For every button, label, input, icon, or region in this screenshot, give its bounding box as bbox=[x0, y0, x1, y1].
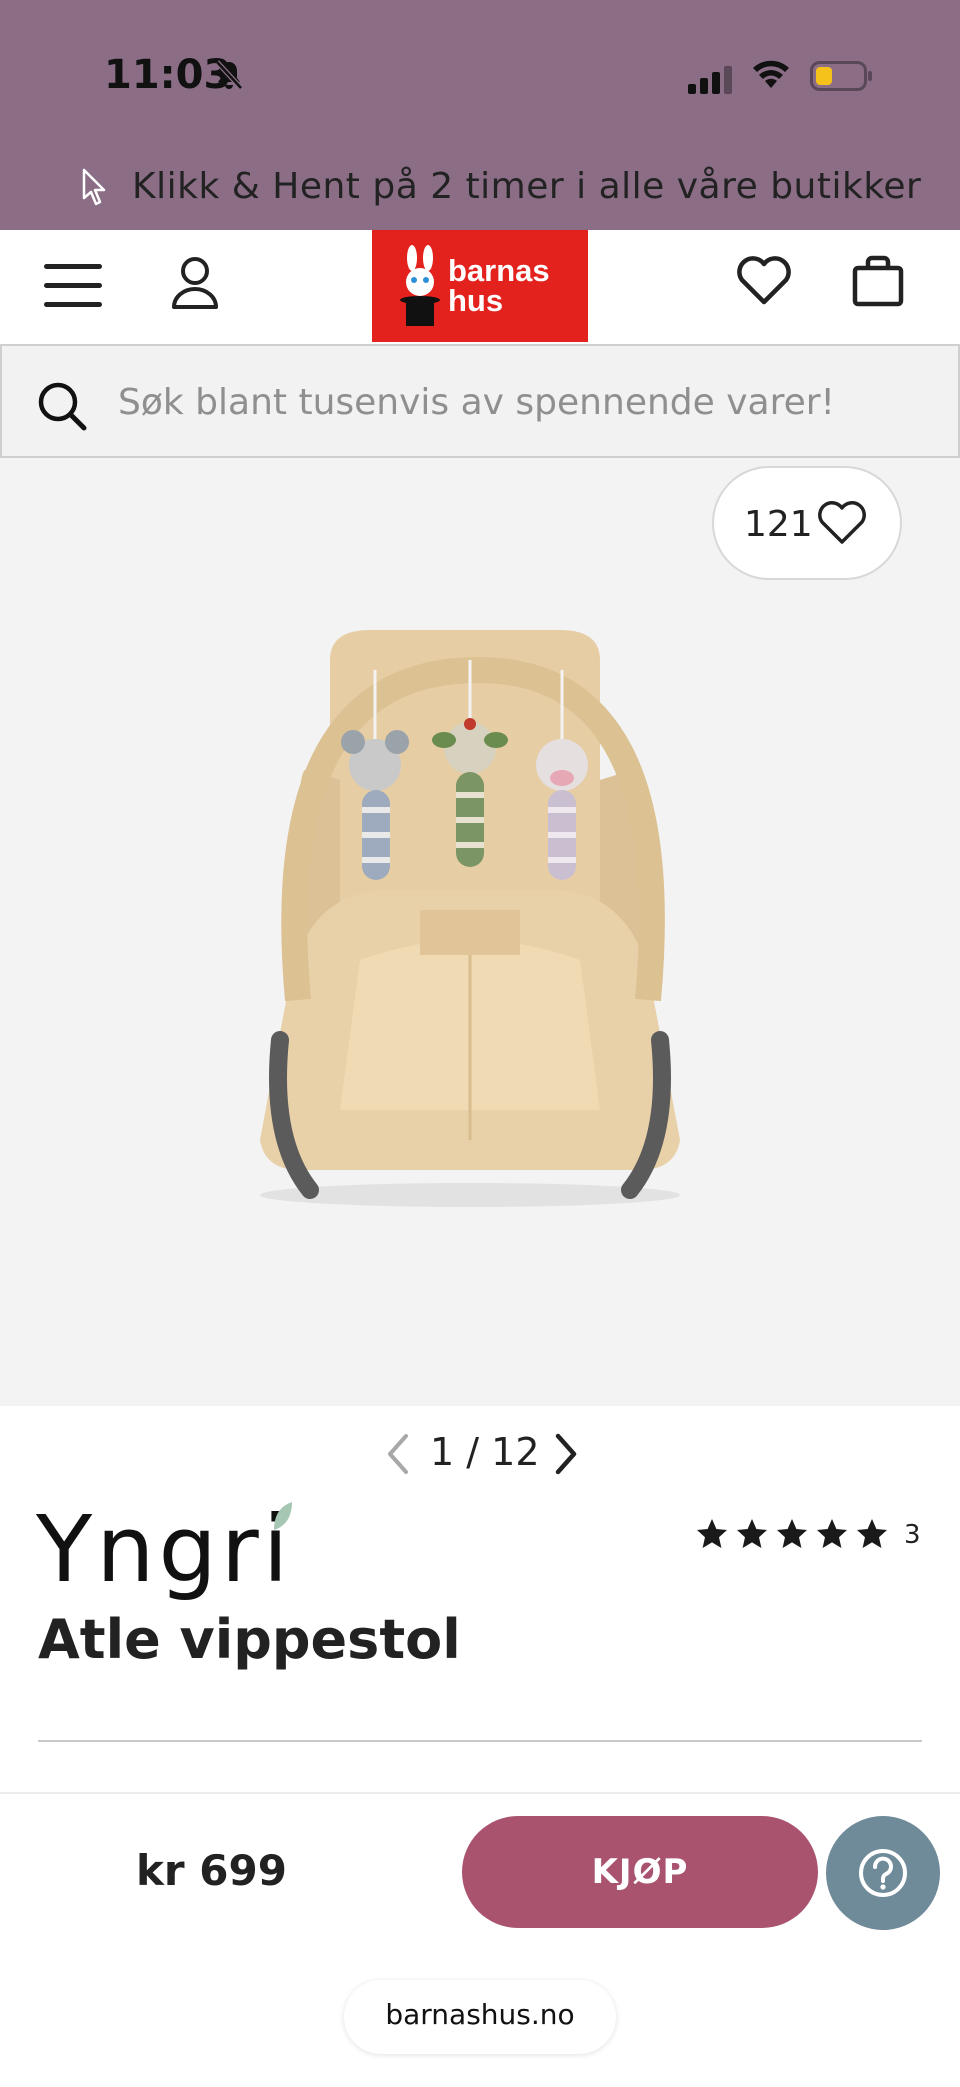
wifi-icon bbox=[753, 60, 789, 88]
signal-icon bbox=[688, 66, 732, 94]
cursor-icon bbox=[82, 168, 106, 206]
menu-icon[interactable] bbox=[42, 260, 106, 312]
help-button[interactable] bbox=[826, 1816, 940, 1930]
logo-text: barnas hus bbox=[448, 253, 550, 318]
heart-icon[interactable] bbox=[736, 254, 792, 306]
star-icon bbox=[777, 1519, 807, 1548]
image-pager: 1 / 12 bbox=[372, 1426, 592, 1486]
divider bbox=[38, 1740, 922, 1742]
logo-line-2: hus bbox=[448, 283, 504, 318]
product-rating[interactable]: 3 bbox=[694, 1516, 921, 1556]
star-icon bbox=[697, 1519, 727, 1548]
like-count: 121 bbox=[744, 504, 813, 545]
brand-logo[interactable]: Yngri bbox=[36, 1500, 292, 1600]
chevron-left-icon[interactable] bbox=[382, 1432, 412, 1476]
chevron-right-icon[interactable] bbox=[552, 1432, 582, 1476]
star-icon bbox=[737, 1519, 767, 1548]
leaf-icon bbox=[274, 1502, 292, 1530]
star-icon bbox=[817, 1519, 847, 1548]
browser-url-bar[interactable]: barnashus.no bbox=[344, 1980, 616, 2054]
logo-line-1: barnas bbox=[448, 253, 550, 288]
search-input[interactable] bbox=[118, 370, 938, 434]
product-photo-bouncer bbox=[260, 630, 680, 1207]
barnashus-logo[interactable]: barnas hus bbox=[372, 230, 588, 342]
heart-outline-icon bbox=[818, 501, 866, 544]
pager-text: 1 / 12 bbox=[430, 1430, 540, 1474]
status-bar: 11:03 bbox=[0, 0, 960, 150]
star-rating bbox=[694, 1516, 890, 1552]
bell-muted-icon bbox=[215, 60, 243, 90]
search-bar[interactable] bbox=[0, 344, 960, 458]
price: kr 699 bbox=[136, 1846, 287, 1895]
question-icon bbox=[859, 1849, 907, 1897]
rating-count: 3 bbox=[904, 1520, 921, 1550]
buy-button[interactable]: KJØP bbox=[462, 1816, 818, 1928]
battery-low-icon bbox=[810, 61, 872, 91]
rabbit-hat-logo-icon bbox=[400, 245, 440, 326]
bag-icon[interactable] bbox=[852, 252, 904, 308]
url-text: barnashus.no bbox=[385, 1998, 575, 2031]
like-button[interactable]: 121 bbox=[712, 466, 902, 580]
star-icon bbox=[857, 1519, 887, 1548]
product-title: Atle vippestol bbox=[38, 1608, 461, 1671]
search-icon bbox=[38, 382, 87, 431]
promo-text[interactable]: Klikk & Hent på 2 timer i alle våre buti… bbox=[132, 166, 921, 207]
user-icon[interactable] bbox=[170, 255, 220, 311]
